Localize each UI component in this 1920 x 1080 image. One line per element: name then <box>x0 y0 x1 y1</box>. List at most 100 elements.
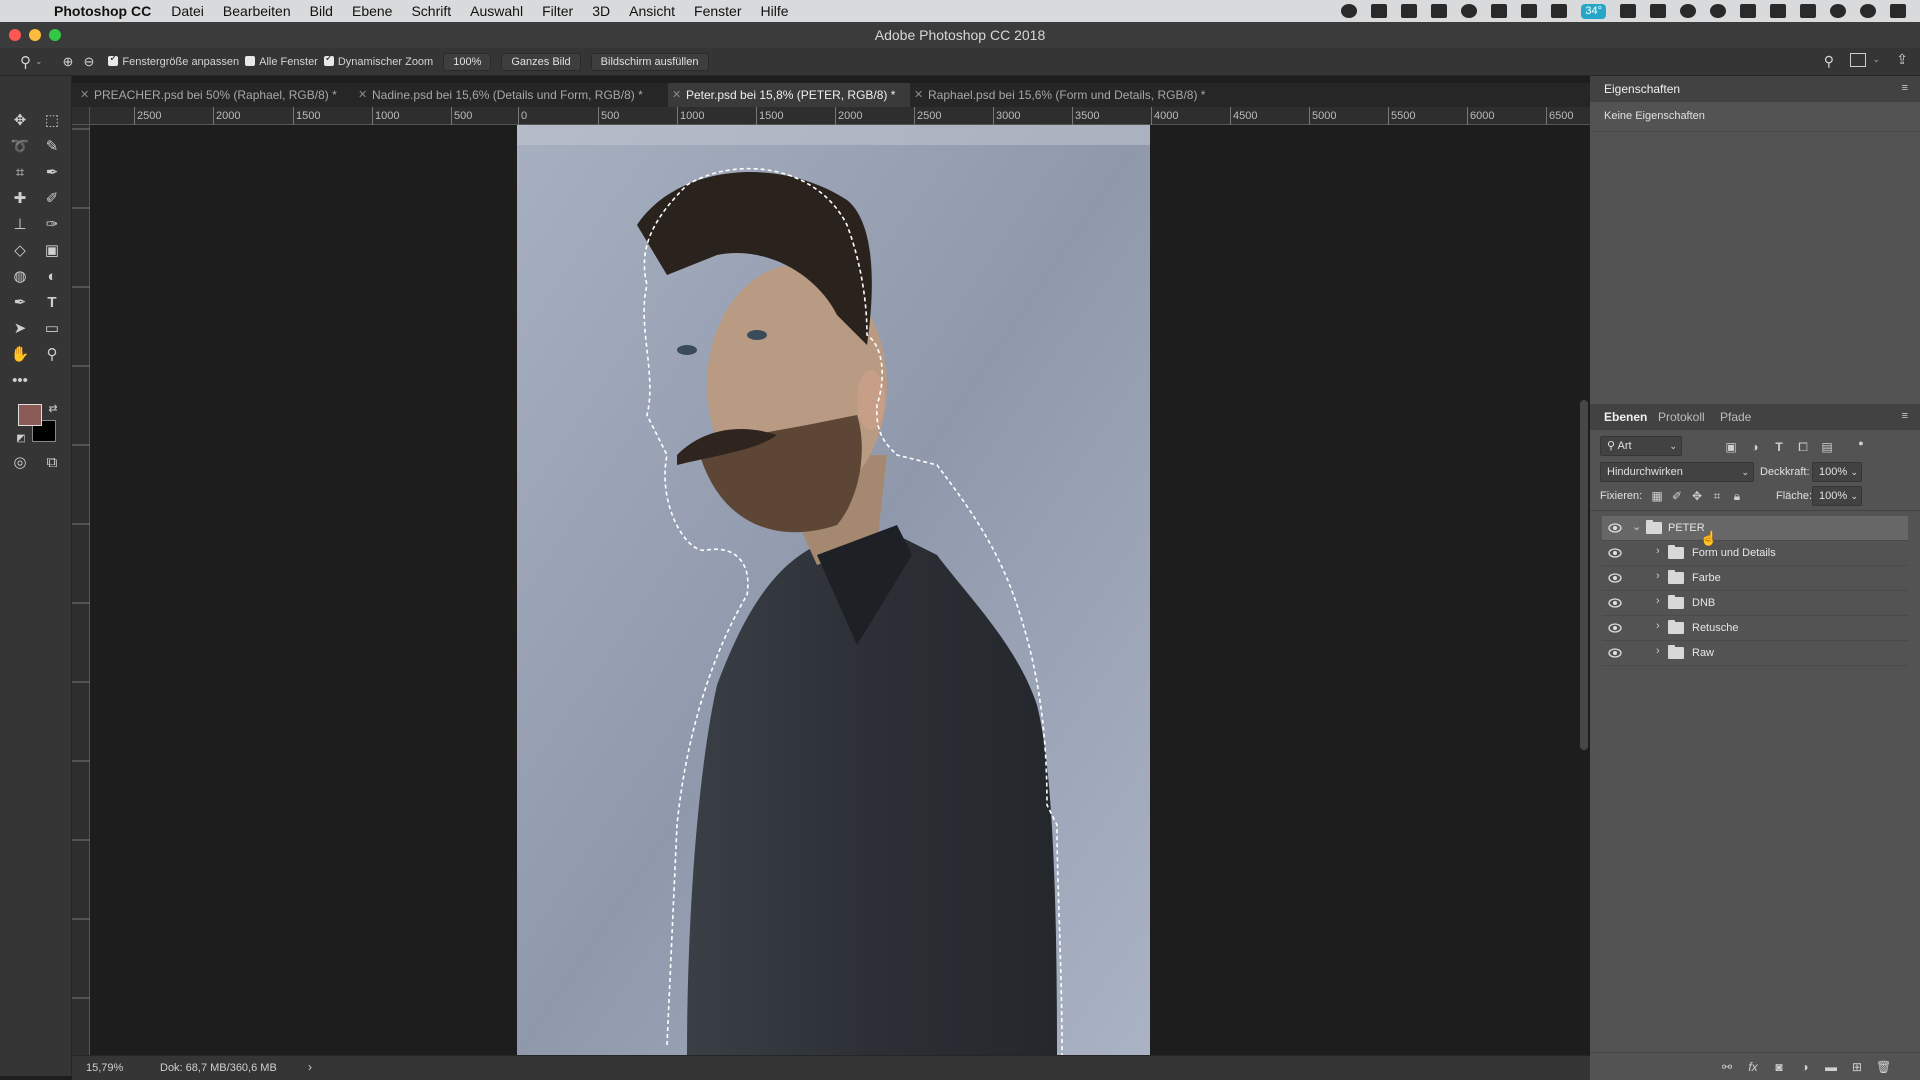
dodge-icon[interactable]: ◐ <box>41 266 63 288</box>
menu-bild[interactable]: Bild <box>310 3 333 19</box>
adjustment-layer-icon[interactable]: ◑ <box>1798 1060 1812 1074</box>
zoom-out-icon[interactable]: ⊖ <box>83 54 94 70</box>
photo-peter[interactable] <box>517 125 1150 1055</box>
fit-window-checkbox[interactable]: Fenstergröße anpassen <box>108 53 239 68</box>
chevron-right-icon[interactable]: › <box>308 1060 312 1074</box>
quick-mask-icon[interactable]: ◎ <box>9 452 31 474</box>
lock-all-icon[interactable]: 🔒︎ <box>1730 489 1744 503</box>
type-icon[interactable]: T <box>41 292 63 314</box>
zoom-icon[interactable]: ⚲ <box>41 344 63 366</box>
link-layers-icon[interactable]: ⚯ <box>1720 1060 1734 1074</box>
layer-row-peter[interactable]: ⌄ PETER <box>1602 516 1908 541</box>
filter-smart-object-icon[interactable]: ▤ <box>1820 440 1834 454</box>
tab-preacher[interactable]: ✕ PREACHER.psd bei 50% (Raphael, RGB/8) * <box>76 83 354 107</box>
zoom-100-button[interactable]: 100% <box>443 52 492 71</box>
history-brush-icon[interactable]: ✑ <box>41 214 63 236</box>
add-mask-icon[interactable]: ◙ <box>1772 1060 1786 1074</box>
lock-position-icon[interactable]: ✥ <box>1690 489 1704 503</box>
script-icon[interactable] <box>1521 4 1538 18</box>
tab-layers[interactable]: Ebenen <box>1604 410 1647 424</box>
path-selection-icon[interactable]: ➤ <box>9 318 31 340</box>
spotlight-icon[interactable] <box>1830 4 1846 18</box>
panel-menu-icon[interactable]: ≡ <box>1902 82 1908 94</box>
zoom-tool-preset-icon[interactable]: ⚲ <box>20 53 31 71</box>
sync-icon[interactable] <box>1680 4 1696 18</box>
wifi-icon[interactable] <box>1740 4 1756 18</box>
search-icon[interactable]: ⚲ <box>1824 53 1834 70</box>
close-tab-icon[interactable]: ✕ <box>80 83 89 107</box>
crop-icon[interactable]: ⌗ <box>9 162 31 184</box>
brush-icon[interactable]: ✐ <box>41 188 63 210</box>
new-group-icon[interactable]: ▬ <box>1824 1060 1838 1074</box>
foreground-color-swatch[interactable] <box>18 404 42 426</box>
app-icon[interactable] <box>1551 4 1568 18</box>
chevron-right-icon[interactable]: › <box>1656 570 1660 582</box>
evernote-icon[interactable] <box>1491 4 1508 18</box>
close-tab-icon[interactable]: ✕ <box>358 83 367 107</box>
layer-name[interactable]: Raw <box>1692 647 1714 659</box>
filter-adjustment-icon[interactable]: ◑ <box>1748 440 1762 454</box>
quick-selection-icon[interactable]: ✎ <box>41 136 63 158</box>
rectangle-icon[interactable]: ▭ <box>41 318 63 340</box>
horizontal-ruler[interactable]: 2500 2000 1500 1000 500 0 500 1000 1500 … <box>90 107 1590 125</box>
lasso-icon[interactable]: ➰ <box>9 136 31 158</box>
messages-icon[interactable] <box>1650 4 1666 18</box>
chevron-down-icon[interactable]: ⌄ <box>35 56 43 67</box>
chevron-down-icon[interactable]: ⌄ <box>1632 520 1641 533</box>
filter-pixel-icon[interactable]: ▣ <box>1724 440 1738 454</box>
filter-toggle-icon[interactable]: ● <box>1854 436 1868 450</box>
menu-ebene[interactable]: Ebene <box>352 3 392 19</box>
filter-type-icon[interactable]: T <box>1772 440 1786 454</box>
menu-schrift[interactable]: Schrift <box>411 3 451 19</box>
chevron-right-icon[interactable]: › <box>1656 545 1660 557</box>
tab-nadine[interactable]: ✕ Nadine.psd bei 15,6% (Details und Form,… <box>354 83 668 107</box>
screen-mode-icon[interactable]: ⧉ <box>41 452 63 474</box>
stamp-icon[interactable]: ⊥ <box>9 214 31 236</box>
share-icon[interactable]: ⇪ <box>1896 51 1908 68</box>
fit-screen-button[interactable]: Ganzes Bild <box>501 52 581 71</box>
more-tools-icon[interactable]: ••• <box>9 370 31 392</box>
layer-row-farbe[interactable]: › Farbe <box>1602 566 1908 591</box>
marquee-icon[interactable]: ⬚ <box>41 110 63 132</box>
fx-icon[interactable]: fx <box>1746 1060 1760 1074</box>
new-layer-icon[interactable]: ⊞ <box>1850 1060 1864 1074</box>
zoom-in-icon[interactable]: ⊕ <box>63 54 74 70</box>
close-tab-icon[interactable]: ✕ <box>672 83 681 107</box>
layer-row-dnb[interactable]: › DNB <box>1602 591 1908 616</box>
eraser-icon[interactable]: ◇ <box>9 240 31 262</box>
airplay-icon[interactable] <box>1770 4 1786 18</box>
default-colors-icon[interactable]: ◩ <box>10 428 32 450</box>
hd-icon[interactable] <box>1620 4 1636 18</box>
opacity-input[interactable]: 100% ⌄ <box>1812 462 1862 482</box>
siri-icon[interactable] <box>1860 4 1876 18</box>
trash-icon[interactable]: 🗑︎ <box>1876 1060 1891 1074</box>
layer-row-retusche[interactable]: › Retusche <box>1602 616 1908 641</box>
visibility-eye-icon[interactable] <box>1608 522 1622 534</box>
chevron-right-icon[interactable]: › <box>1656 595 1660 607</box>
layer-row-raw[interactable]: › Raw <box>1602 641 1908 666</box>
chevron-down-icon[interactable]: ⌄ <box>1872 54 1880 65</box>
menu-hilfe[interactable]: Hilfe <box>761 3 789 19</box>
bluetooth-icon[interactable] <box>1710 4 1726 18</box>
display-icon[interactable] <box>1371 4 1388 18</box>
tab-raphael[interactable]: ✕ Raphael.psd bei 15,6% (Form und Details… <box>910 83 1230 107</box>
time-machine-icon[interactable] <box>1431 4 1448 18</box>
temperature-badge[interactable]: 34° <box>1581 3 1606 19</box>
visibility-eye-icon[interactable] <box>1608 597 1622 609</box>
blend-mode-select[interactable]: Hindurchwirken ⌄ <box>1600 462 1754 482</box>
lock-transparency-icon[interactable]: ▦ <box>1650 489 1664 503</box>
canvas-scrollbar[interactable] <box>1580 400 1588 750</box>
close-window-button[interactable] <box>9 29 21 41</box>
vertical-ruler[interactable] <box>72 125 90 1055</box>
chevron-right-icon[interactable]: › <box>1656 620 1660 632</box>
menu-filter[interactable]: Filter <box>542 3 573 19</box>
visibility-eye-icon[interactable] <box>1608 622 1622 634</box>
notification-center-icon[interactable] <box>1890 4 1906 18</box>
layer-name[interactable]: Form und Details <box>1692 547 1776 559</box>
minimize-window-button[interactable] <box>29 29 41 41</box>
tab-paths[interactable]: Pfade <box>1720 410 1751 424</box>
panel-menu-icon[interactable]: ≡ <box>1902 410 1908 422</box>
tab-peter[interactable]: ✕ Peter.psd bei 15,8% (PETER, RGB/8) * <box>668 83 910 107</box>
menu-bearbeiten[interactable]: Bearbeiten <box>223 3 291 19</box>
dynamic-zoom-checkbox[interactable]: Dynamischer Zoom <box>323 53 433 68</box>
